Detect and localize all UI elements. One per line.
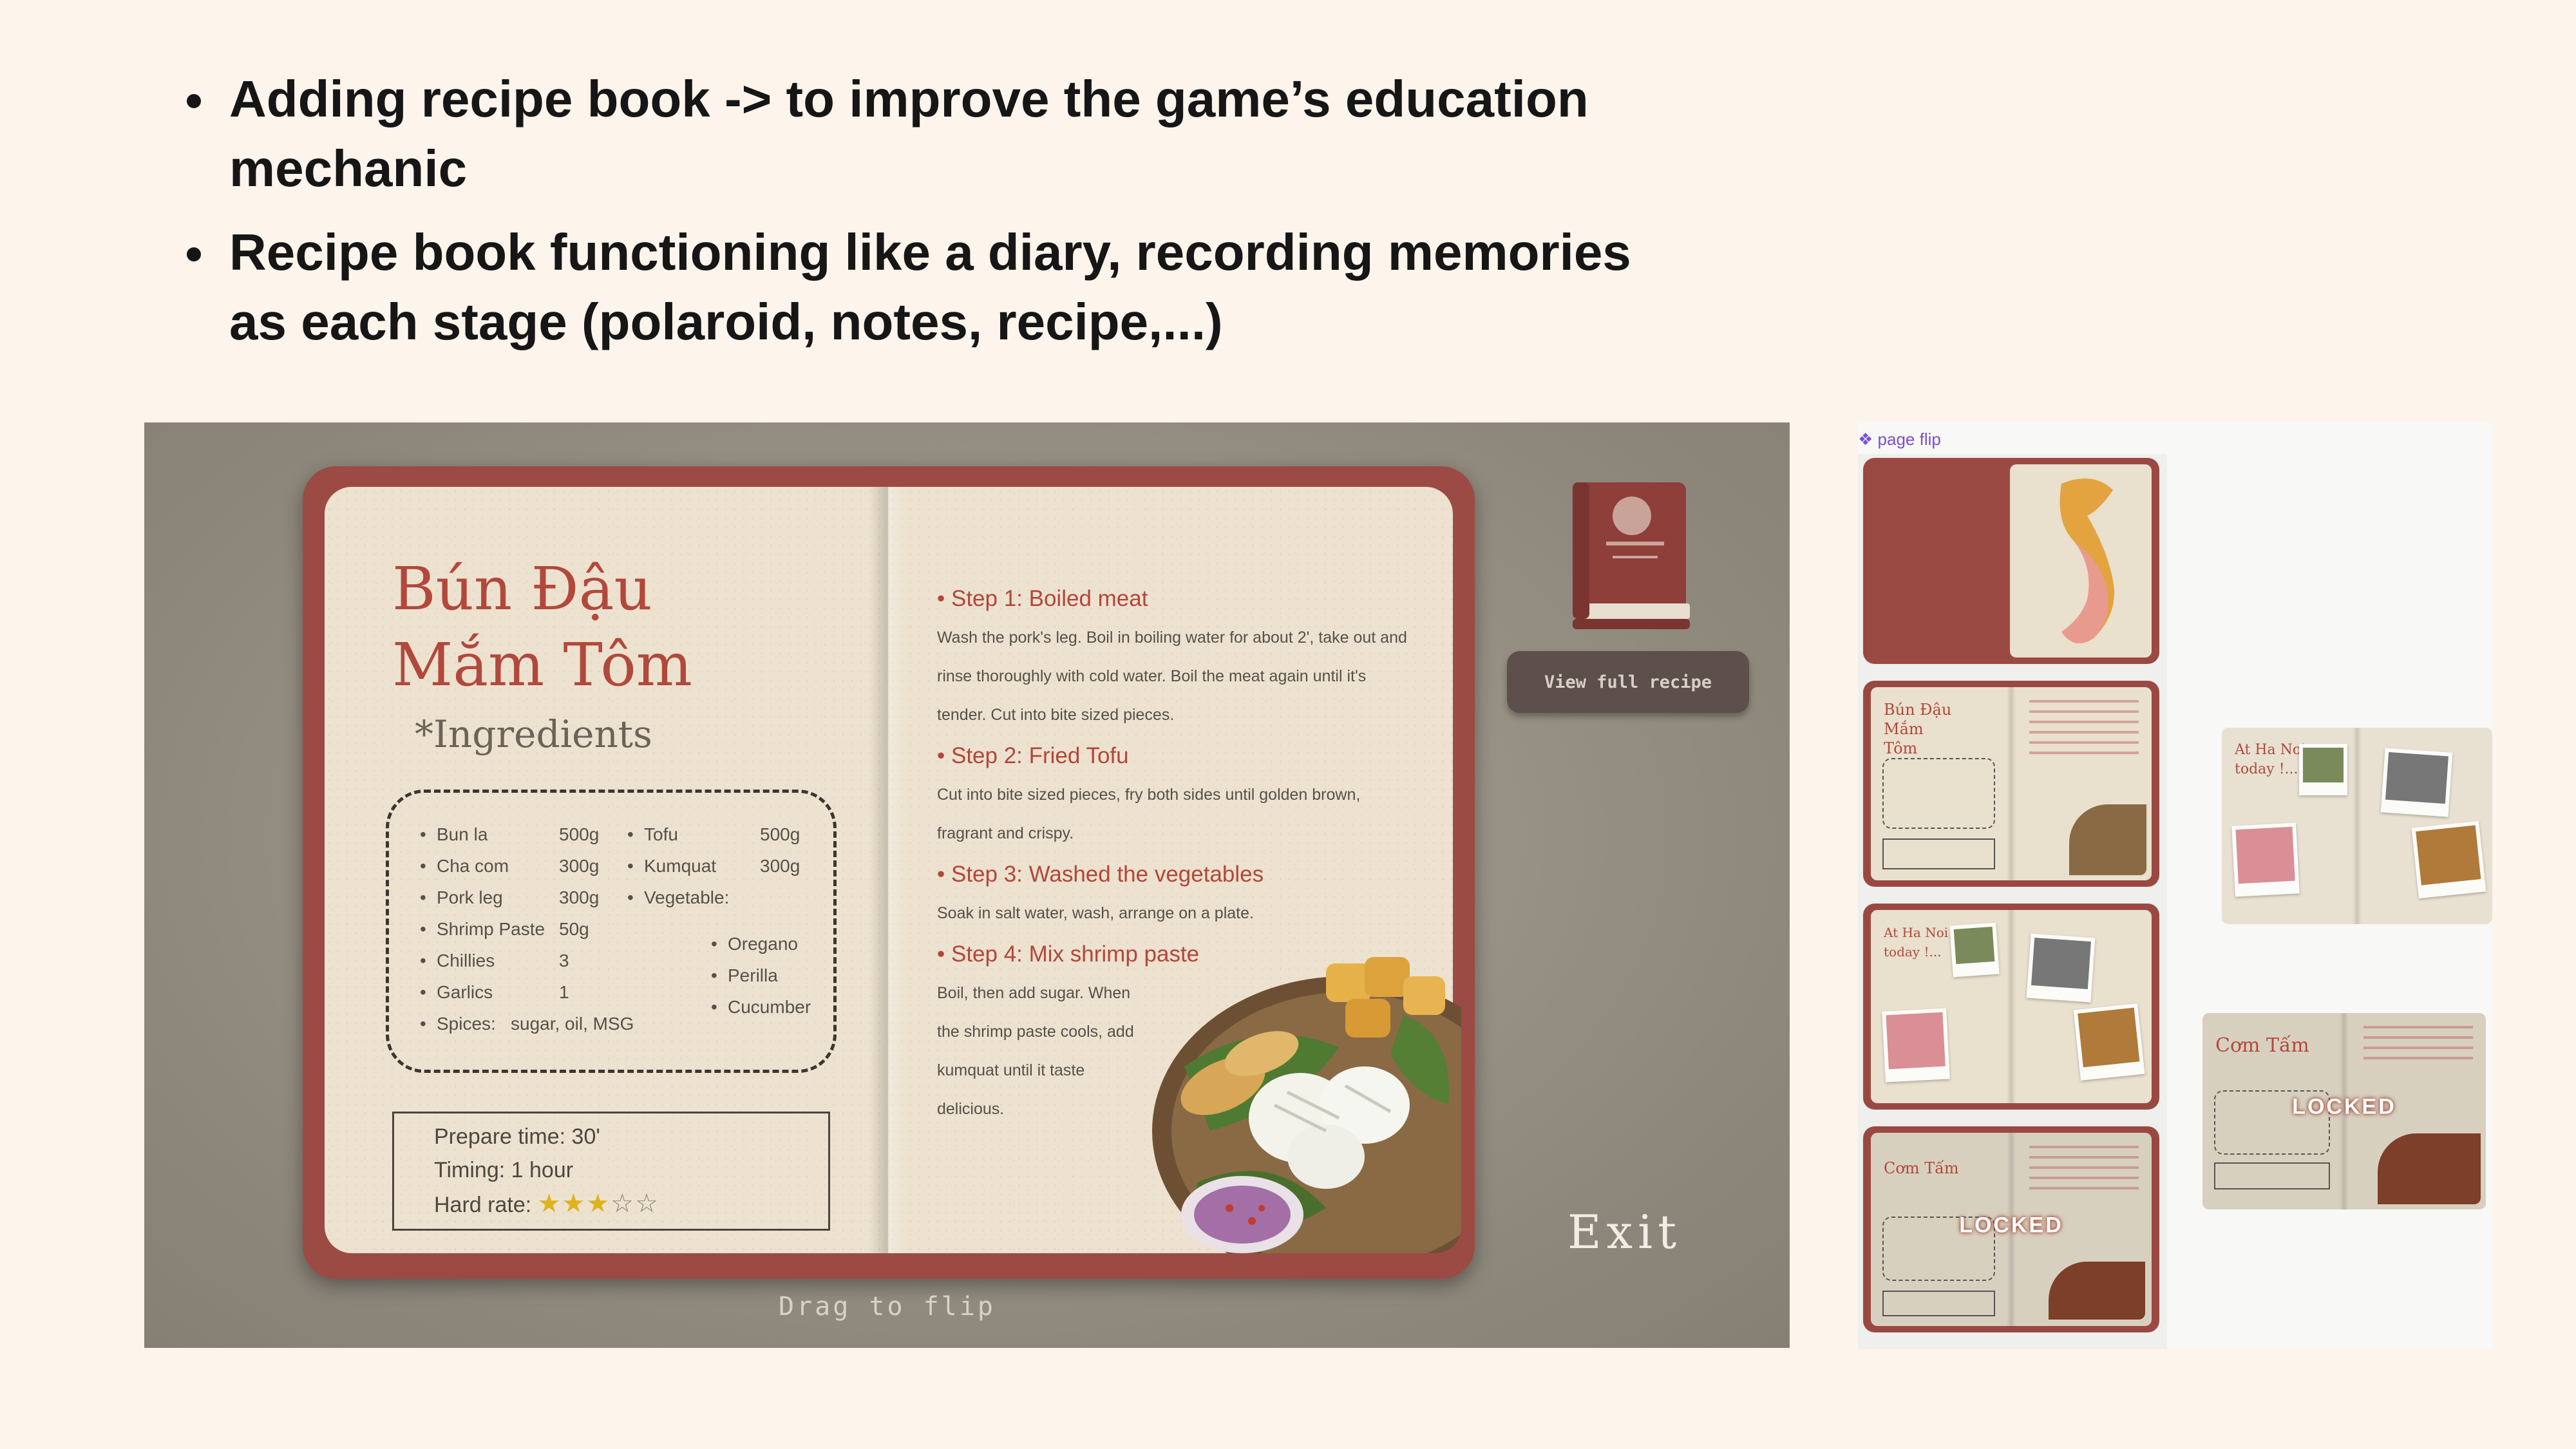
recipe-title-line1: Bún Đậu (392, 554, 652, 623)
ingredient-item: • Cha com 300g (420, 856, 600, 876)
ingredient-item: • Pork leg 300g (420, 887, 600, 907)
thumbnail-title: Bún Đậu Mắm Tôm (1884, 701, 1952, 757)
bullet-text: Recipe book functioning like a diary, re… (229, 223, 1631, 350)
ingredient-item: • Oregano (711, 934, 798, 954)
bullet-dot (187, 94, 201, 108)
step-text: Boil, then add sugar. When the shrimp pa… (937, 984, 1134, 1118)
thumbnail-page (2010, 464, 2152, 658)
thumbnail-recipe[interactable]: Bún Đậu Mắm Tôm (1863, 681, 2159, 887)
ingredient-item: • Cucumber (711, 997, 811, 1017)
polaroid-photo (2231, 822, 2300, 897)
ingredients-heading: *Ingredients (415, 712, 652, 756)
thumbnail-ingredients-box (1882, 758, 1995, 829)
bullet-text: Adding recipe book -> to improve the gam… (229, 70, 1589, 197)
thumbnail-steps (2029, 700, 2139, 762)
recipe-title: Bún Đậu Mắm Tôm (392, 551, 692, 703)
recipe-book-icon[interactable] (1567, 477, 1690, 632)
step-title: • Step 3: Washed the vegetables (937, 862, 1264, 887)
ingredient-item: • Spices: sugar, oil, MSG (420, 1014, 634, 1034)
polaroid-photo (2073, 1003, 2145, 1081)
page-spine (2353, 728, 2362, 924)
hard-rate: Hard rate: ★★★☆☆ (434, 1187, 828, 1222)
view-full-recipe-button[interactable]: View full recipe (1507, 651, 1749, 713)
ingredient-item: • Vegetable: (627, 887, 730, 907)
step-text: Cut into bite sized pieces, fry both sid… (937, 786, 1361, 842)
vietnam-map-illustration (2060, 478, 2114, 643)
ingredients-box: • Bun la 500g • Cha com 300g • Pork leg 300g •… (386, 790, 837, 1073)
recipe-info-box: Prepare time: 30' Timing: 1 hour Hard ra… (392, 1112, 830, 1231)
prepare-time: Prepare time: 30' (434, 1124, 600, 1149)
ingredient-item: • Tofu 500g (627, 824, 800, 844)
polaroid-photo (2299, 744, 2347, 795)
right-page[interactable]: • Step 1: Boiled meat Wash the pork's le… (888, 487, 1461, 1253)
drag-to-flip-hint: Drag to flip (779, 1292, 996, 1321)
locked-label: LOCKED (1959, 1213, 2063, 1238)
info-box (2214, 1162, 2330, 1189)
ingredient-item: • Bun la 500g (420, 824, 600, 844)
thumbnail-steps (2029, 1146, 2139, 1197)
ingredient-item: • Shrimp Paste 50g (420, 919, 589, 939)
ingredients-column-1: • Bun la 500g • Cha com 300g • Pork leg 300g •… (420, 819, 634, 1039)
star-empty-icon: ☆ (611, 1189, 636, 1218)
steps-lines (2363, 1026, 2473, 1067)
timing: Timing: 1 hour (434, 1158, 574, 1182)
thumbnail-info-box (1882, 838, 1995, 869)
polaroid-photo (2380, 748, 2453, 817)
bullet-list: Adding recipe book -> to improve the gam… (187, 64, 1668, 371)
polaroid-photo (2026, 933, 2096, 1003)
locked-label: LOCKED (2292, 1094, 2396, 1119)
floating-diary-page[interactable]: At Ha Noi today !... (2222, 728, 2492, 924)
thumbnail-strip: Bún Đậu Mắm Tôm At Ha Noi today !... Cơm… (1858, 454, 2167, 1349)
thumbnail-spine (2007, 910, 2016, 1103)
bullet-item: Recipe book functioning like a diary, re… (187, 218, 1668, 357)
bullet-dot (187, 247, 201, 261)
ingredients-column-2: • Tofu 500g • Kumquat 300g • Vegetable: (627, 819, 800, 913)
floating-locked-page[interactable]: Cơm Tấm LOCKED (2202, 1013, 2486, 1209)
thumbnail-page: Cơm Tấm LOCKED (1871, 1133, 2152, 1326)
food-icon (2378, 1133, 2481, 1204)
thumbnail-diary[interactable]: At Ha Noi today !... (1863, 904, 2159, 1110)
component-icon: ❖ (1858, 430, 1873, 449)
bun-dau-illustration (1152, 957, 1461, 1253)
thumbnail-cover[interactable] (1863, 458, 2159, 664)
ingredients-column-3: • Oregano • Perilla • Cucumber (711, 928, 811, 1023)
thumbnail-page: Bún Đậu Mắm Tôm (1871, 687, 2152, 880)
bullet-item: Adding recipe book -> to improve the gam… (187, 64, 1668, 204)
page-flip-panel: ❖ page flip Bún Đậu Mắm Tôm At Ha Noi to… (1858, 422, 2492, 1349)
game-screenshot: Bún Đậu Mắm Tôm *Ingredients • Bun la 500g… (144, 422, 1790, 1348)
thumbnail-locked[interactable]: Cơm Tấm LOCKED (1863, 1126, 2159, 1332)
star-empty-icon: ☆ (635, 1189, 659, 1218)
polaroid-photo (2411, 820, 2486, 899)
thumbnail-title: Cơm Tấm (1884, 1159, 1959, 1177)
thumbnail-page: At Ha Noi today !... (1871, 910, 2152, 1103)
food-icon (2069, 804, 2146, 875)
recipe-book[interactable]: Bún Đậu Mắm Tôm *Ingredients • Bun la 500g… (303, 466, 1475, 1279)
ingredient-item: • Perilla (711, 965, 778, 985)
recipe-title-line2: Mắm Tôm (392, 630, 692, 699)
thumbnail-info-box (1882, 1291, 1995, 1316)
thumbnail-spine (2007, 687, 2016, 880)
polaroid-photo (1949, 922, 2000, 978)
star-rating: ★★★☆☆ (538, 1189, 659, 1218)
thumbnail-title: At Ha Noi today !... (1884, 925, 1949, 960)
star-filled-icon: ★ (537, 1189, 562, 1218)
star-filled-icon: ★ (586, 1189, 611, 1218)
ingredient-item: • Kumquat 300g (627, 856, 800, 876)
hard-rate-label: Hard rate: (434, 1193, 532, 1217)
book-spine (869, 487, 907, 1253)
step-text: Wash the pork's leg. Boil in boiling wat… (937, 629, 1407, 724)
exit-button[interactable]: Exit (1567, 1205, 1681, 1259)
polaroid-photo (1882, 1008, 1950, 1083)
food-icon (2049, 1262, 2145, 1320)
ingredient-item: • Garlics 1 (420, 982, 569, 1002)
floating-page-title: Cơm Tấm (2215, 1034, 2309, 1057)
step-text: Soak in salt water, wash, arrange on a p… (937, 904, 1254, 922)
page-flip-label: ❖ page flip (1858, 430, 1941, 449)
step-title: • Step 2: Fried Tofu (937, 743, 1129, 768)
ingredient-item: • Chillies 3 (420, 951, 569, 971)
left-page[interactable]: Bún Đậu Mắm Tôm *Ingredients • Bun la 500g… (325, 487, 888, 1253)
step-title: • Step 1: Boiled meat (937, 586, 1148, 611)
star-filled-icon: ★ (562, 1189, 587, 1218)
